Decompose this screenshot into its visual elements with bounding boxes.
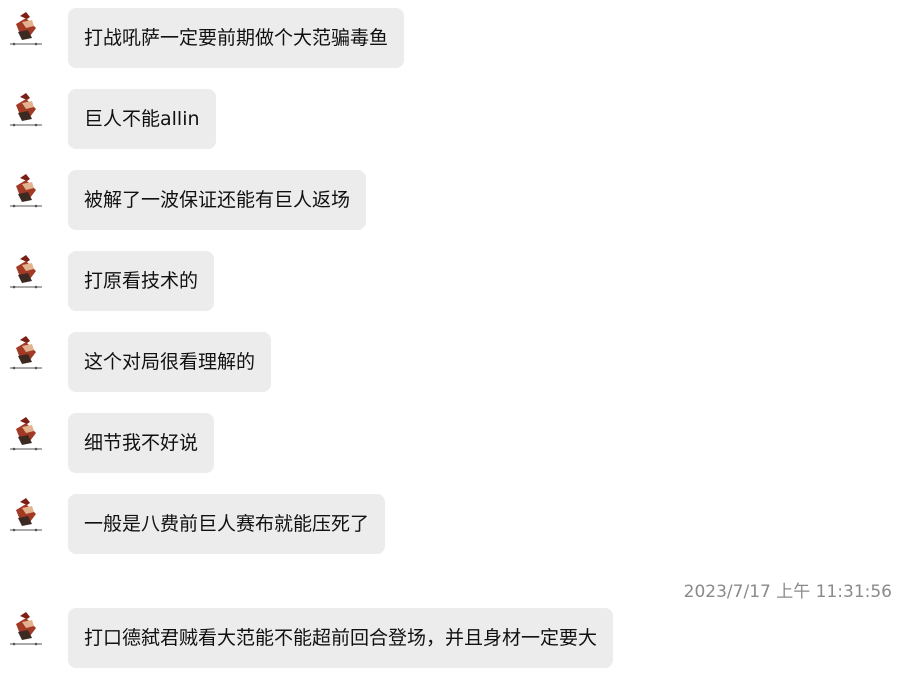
message-row: 被解了一波保证还能有巨人返场 bbox=[0, 170, 908, 234]
sender-avatar-icon[interactable] bbox=[6, 91, 46, 131]
message-row: 打口德弑君贼看大范能不能超前回合登场，并且身材一定要大 bbox=[0, 608, 908, 672]
message-timestamp: 2023/7/17 上午 11:31:56 bbox=[683, 582, 892, 602]
message-bubble[interactable]: 这个对局很看理解的 bbox=[68, 332, 272, 392]
sender-avatar-icon[interactable] bbox=[6, 10, 46, 50]
message-row: 打战吼萨一定要前期做个大范骗毒鱼 bbox=[0, 8, 908, 72]
message-bubble[interactable]: 巨人不能allin bbox=[68, 89, 216, 149]
sender-avatar-icon[interactable] bbox=[6, 415, 46, 455]
message-bubble[interactable]: 打战吼萨一定要前期做个大范骗毒鱼 bbox=[68, 8, 405, 68]
message-row: 这个对局很看理解的 bbox=[0, 332, 908, 396]
message-row: 打原看技术的 bbox=[0, 251, 908, 315]
message-bubble[interactable]: 一般是八费前巨人赛布就能压死了 bbox=[68, 494, 386, 554]
message-row: 一般是八费前巨人赛布就能压死了 bbox=[0, 494, 908, 558]
message-bubble[interactable]: 打原看技术的 bbox=[68, 251, 215, 311]
sender-avatar-icon[interactable] bbox=[6, 334, 46, 374]
sender-avatar-icon[interactable] bbox=[6, 172, 46, 212]
sender-avatar-icon[interactable] bbox=[6, 253, 46, 293]
message-bubble[interactable]: 细节我不好说 bbox=[68, 413, 215, 473]
sender-avatar-icon[interactable] bbox=[6, 610, 46, 650]
message-bubble[interactable]: 打口德弑君贼看大范能不能超前回合登场，并且身材一定要大 bbox=[68, 608, 614, 668]
message-row: 巨人不能allin bbox=[0, 89, 908, 153]
message-bubble[interactable]: 被解了一波保证还能有巨人返场 bbox=[68, 170, 367, 230]
sender-avatar-icon[interactable] bbox=[6, 496, 46, 536]
message-row: 细节我不好说 bbox=[0, 413, 908, 477]
